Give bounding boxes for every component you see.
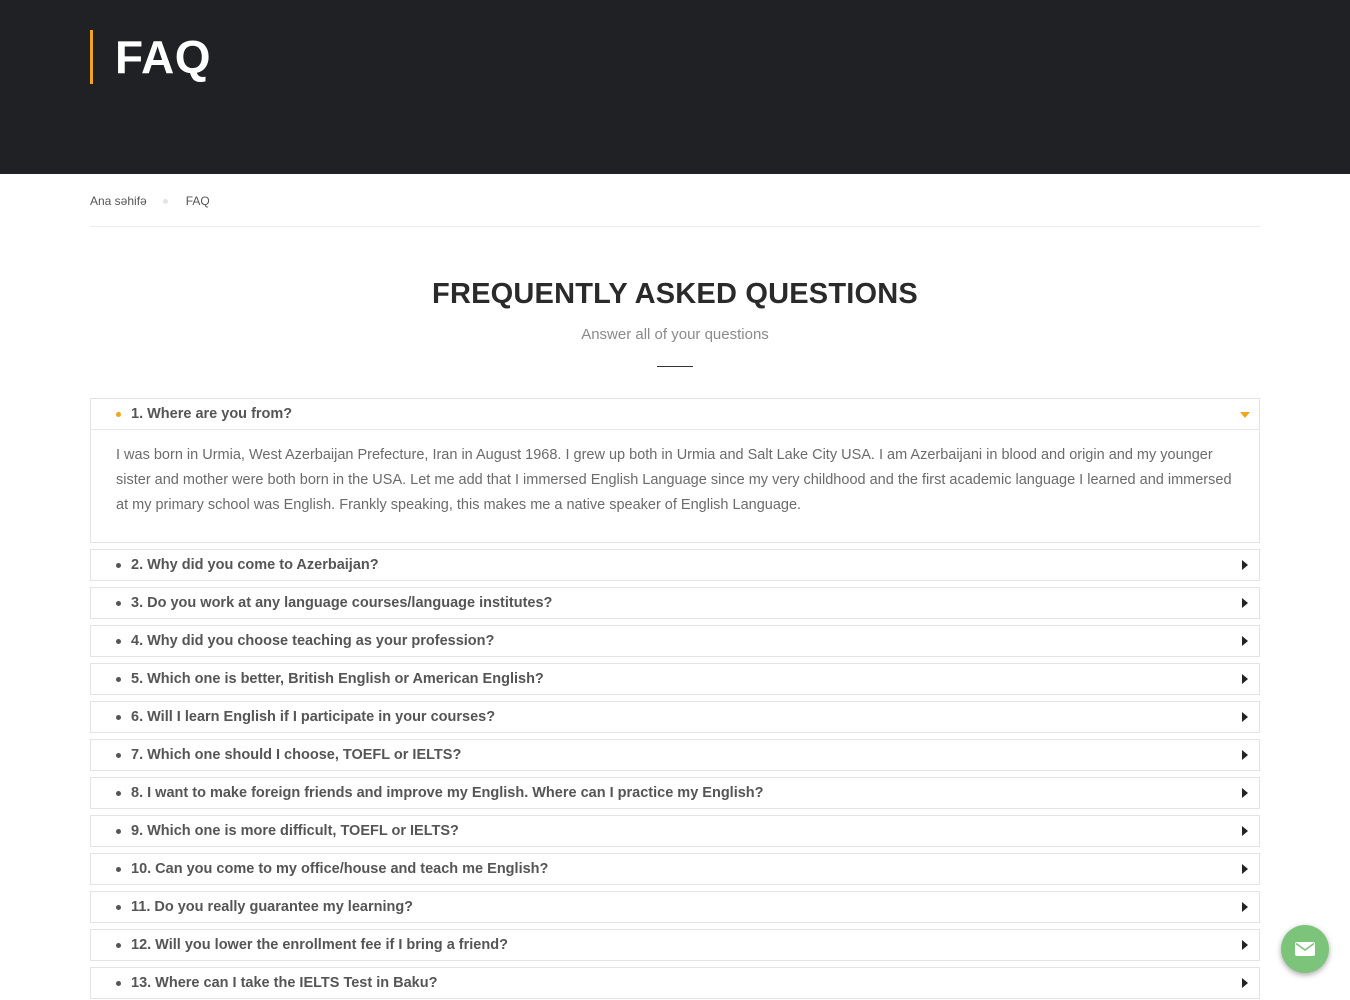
caret-right-icon[interactable]: [1242, 750, 1248, 760]
section-subtitle: Answer all of your questions: [581, 326, 769, 343]
breadcrumb-separator: [162, 198, 168, 204]
faq-item: 7. Which one should I choose, TOEFL or I…: [90, 739, 1260, 771]
faq-item: 5. Which one is better, British English …: [90, 663, 1260, 695]
breadcrumb-divider: [90, 226, 1260, 227]
faq-item: 10. Can you come to my office/house and …: [90, 853, 1260, 885]
caret-right-icon[interactable]: [1242, 598, 1248, 608]
bullet-icon: [116, 639, 121, 644]
caret-right-icon[interactable]: [1242, 712, 1248, 722]
chat-button[interactable]: [1281, 925, 1329, 973]
faq-item: 12. Will you lower the enrollment fee if…: [90, 929, 1260, 961]
faq-accordion: 1. Where are you from? I was born in Urmi…: [90, 398, 1260, 1000]
faq-question: 13. Where can I take the IELTS Test in B…: [131, 975, 438, 991]
faq-question-header[interactable]: 5. Which one is better, British English …: [91, 664, 1259, 694]
envelope-icon: [1295, 942, 1315, 956]
faq-question-header[interactable]: 1. Where are you from?: [91, 399, 1259, 429]
faq-question: 2. Why did you come to Azerbaijan?: [131, 557, 379, 573]
caret-right-icon[interactable]: [1242, 560, 1248, 570]
bullet-icon: [116, 867, 121, 872]
faq-question: 8. I want to make foreign friends and im…: [131, 785, 764, 801]
caret-right-icon[interactable]: [1242, 864, 1248, 874]
bullet-icon: [116, 943, 121, 948]
faq-item: 2. Why did you come to Azerbaijan?: [90, 549, 1260, 581]
caret-right-icon[interactable]: [1242, 674, 1248, 684]
faq-item: 1. Where are you from? I was born in Urmi…: [90, 398, 1260, 543]
faq-question: 10. Can you come to my office/house and …: [131, 861, 549, 877]
bullet-icon: [116, 753, 121, 758]
breadcrumb-current: FAQ: [185, 194, 210, 208]
faq-question: 9. Which one is more difficult, TOEFL or…: [131, 823, 459, 839]
faq-question-header[interactable]: 6. Will I learn English if I participate…: [91, 702, 1259, 732]
bullet-icon: [116, 791, 121, 796]
faq-question: 12. Will you lower the enrollment fee if…: [131, 937, 508, 953]
faq-question-header[interactable]: 2. Why did you come to Azerbaijan?: [91, 550, 1259, 580]
bullet-icon: [116, 715, 121, 720]
faq-item: 11. Do you really guarantee my learning?: [90, 891, 1260, 923]
bullet-icon: [116, 677, 121, 682]
caret-right-icon[interactable]: [1242, 788, 1248, 798]
faq-question-header[interactable]: 10. Can you come to my office/house and …: [91, 854, 1259, 884]
faq-item: 3. Do you work at any language courses/l…: [90, 587, 1260, 619]
faq-item: 13. Where can I take the IELTS Test in B…: [90, 967, 1260, 999]
bullet-icon: [116, 829, 121, 834]
bullet-icon: [116, 563, 121, 568]
caret-right-icon[interactable]: [1242, 978, 1248, 988]
faq-question: 4. Why did you choose teaching as your p…: [131, 633, 495, 649]
faq-answer: I was born in Urmia, West Azerbaijan Pre…: [91, 429, 1259, 542]
faq-item: 4. Why did you choose teaching as your p…: [90, 625, 1260, 657]
bullet-icon: [116, 601, 121, 606]
bullet-icon: [116, 905, 121, 910]
faq-question-header[interactable]: 13. Where can I take the IELTS Test in B…: [91, 968, 1259, 998]
faq-question-header[interactable]: 12. Will you lower the enrollment fee if…: [91, 930, 1259, 960]
faq-question: 5. Which one is better, British English …: [131, 671, 544, 687]
faq-item: 9. Which one is more difficult, TOEFL or…: [90, 815, 1260, 847]
page-header: FAQ: [0, 0, 1350, 174]
section-divider: [657, 366, 693, 367]
faq-question: 6. Will I learn English if I participate…: [131, 709, 496, 725]
page-title: FAQ: [90, 30, 211, 84]
caret-right-icon[interactable]: [1242, 940, 1248, 950]
caret-down-icon[interactable]: [1240, 412, 1250, 418]
bullet-icon: [116, 412, 121, 417]
caret-right-icon[interactable]: [1242, 636, 1248, 646]
caret-right-icon[interactable]: [1242, 902, 1248, 912]
faq-question: 1. Where are you from?: [131, 406, 293, 422]
faq-question-header[interactable]: 4. Why did you choose teaching as your p…: [91, 626, 1259, 656]
breadcrumb-home-link[interactable]: Ana səhifə: [90, 194, 147, 208]
faq-question: 3. Do you work at any language courses/l…: [131, 595, 553, 611]
faq-question: 7. Which one should I choose, TOEFL or I…: [131, 747, 462, 763]
faq-question-header[interactable]: 9. Which one is more difficult, TOEFL or…: [91, 816, 1259, 846]
caret-right-icon[interactable]: [1242, 826, 1248, 836]
section-title: FREQUENTLY ASKED QUESTIONS: [432, 278, 918, 310]
faq-question: 11. Do you really guarantee my learning?: [131, 899, 414, 915]
breadcrumb: Ana səhifə FAQ: [90, 193, 210, 209]
faq-question-header[interactable]: 11. Do you really guarantee my learning?: [91, 892, 1259, 922]
bullet-icon: [116, 981, 121, 986]
faq-item: 8. I want to make foreign friends and im…: [90, 777, 1260, 809]
faq-question-header[interactable]: 3. Do you work at any language courses/l…: [91, 588, 1259, 618]
faq-item: 6. Will I learn English if I participate…: [90, 701, 1260, 733]
faq-question-header[interactable]: 8. I want to make foreign friends and im…: [91, 778, 1259, 808]
faq-question-header[interactable]: 7. Which one should I choose, TOEFL or I…: [91, 740, 1259, 770]
